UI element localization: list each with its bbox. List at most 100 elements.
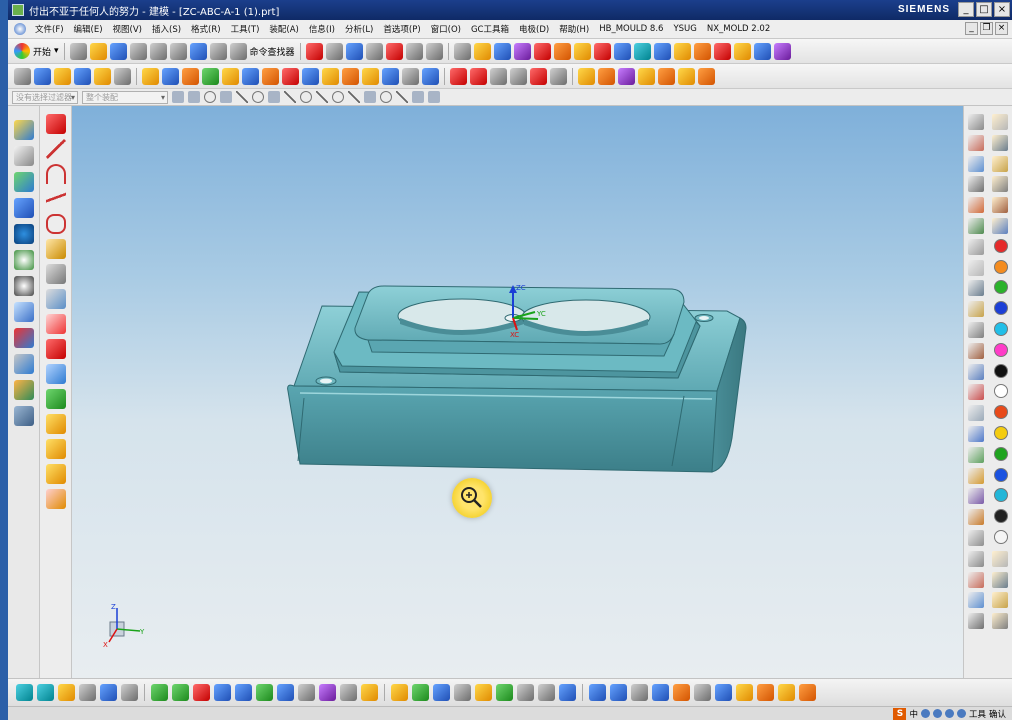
- section-icon[interactable]: [550, 67, 567, 85]
- menu-edit[interactable]: 编辑(E): [69, 23, 108, 35]
- mold-base-icon[interactable]: [698, 67, 715, 85]
- line-snap-icon[interactable]: [236, 91, 248, 103]
- revolve-icon[interactable]: [54, 67, 71, 85]
- palette-tool-icon[interactable]: [992, 134, 1008, 151]
- palette-tool-icon[interactable]: [968, 384, 984, 401]
- microphone-icon[interactable]: [932, 709, 942, 718]
- intersection-snap-icon[interactable]: [284, 91, 296, 103]
- color-swatch[interactable]: [994, 342, 1008, 357]
- menu-insert[interactable]: 插入(S): [147, 23, 186, 35]
- arrow-right-icon[interactable]: [172, 684, 189, 701]
- menu-analysis[interactable]: 分析(L): [340, 23, 378, 35]
- palette-tool-icon[interactable]: [968, 405, 984, 422]
- check-icon[interactable]: [753, 42, 771, 60]
- doc-close-button[interactable]: ×: [995, 22, 1008, 35]
- start-button[interactable]: 开始 ▾: [14, 43, 59, 59]
- surface-patch-icon[interactable]: [45, 364, 66, 384]
- menu-hb-mould[interactable]: HB_MOULD 8.6: [594, 24, 668, 34]
- color-swatch[interactable]: [994, 529, 1008, 544]
- extract-icon[interactable]: [631, 684, 648, 701]
- minimize-button[interactable]: _: [958, 2, 974, 17]
- patch-icon[interactable]: [652, 684, 669, 701]
- center-snap-icon[interactable]: [252, 91, 264, 103]
- parting-icon[interactable]: [598, 67, 615, 85]
- boss-icon[interactable]: [162, 67, 179, 85]
- menu-information[interactable]: 信息(I): [304, 23, 340, 35]
- show-hide-icon[interactable]: [100, 684, 117, 701]
- yellow-box-2-icon[interactable]: [45, 439, 66, 459]
- color-swatch[interactable]: [994, 363, 1008, 378]
- menu-tools[interactable]: 工具(T): [226, 23, 265, 35]
- history-icon[interactable]: [13, 250, 34, 270]
- midpoint-snap-icon[interactable]: [220, 91, 232, 103]
- settings-icon[interactable]: [956, 709, 966, 718]
- assembly-navigator-icon[interactable]: [13, 120, 34, 140]
- delete-face-icon[interactable]: [490, 67, 507, 85]
- split-icon[interactable]: [713, 42, 731, 60]
- fit-view-icon[interactable]: [305, 42, 323, 60]
- tray-tools-label[interactable]: 工具: [969, 708, 986, 720]
- replace-face-icon[interactable]: [470, 67, 487, 85]
- hole-icon[interactable]: [142, 67, 159, 85]
- save-icon[interactable]: [109, 42, 127, 60]
- capture-icon[interactable]: [559, 684, 576, 701]
- palette-tool-icon[interactable]: [968, 592, 984, 609]
- arc-icon[interactable]: [45, 164, 66, 184]
- yellow-box-icon[interactable]: [45, 414, 66, 434]
- translate-icon[interactable]: [412, 684, 429, 701]
- dock-down-icon[interactable]: [37, 684, 54, 701]
- polygon-icon[interactable]: [45, 214, 66, 234]
- color-swatch[interactable]: [994, 425, 1008, 440]
- surface-icon[interactable]: [653, 42, 671, 60]
- color-swatch[interactable]: [994, 280, 1008, 295]
- green-box-icon[interactable]: [45, 389, 66, 409]
- punctuation-icon[interactable]: [920, 709, 930, 718]
- export-icon[interactable]: [773, 42, 791, 60]
- spline-icon[interactable]: [45, 189, 66, 209]
- measure-icon[interactable]: [530, 67, 547, 85]
- palette-tool-icon[interactable]: [992, 613, 1008, 630]
- palette-tool-icon[interactable]: [992, 592, 1008, 609]
- surface-blue-icon[interactable]: [589, 684, 606, 701]
- menu-electrode[interactable]: 电极(D): [514, 23, 554, 35]
- edit-param-icon[interactable]: [214, 684, 231, 701]
- edge-blend-icon[interactable]: [282, 67, 299, 85]
- graphics-window[interactable]: ZC XC YC Z Y X: [72, 106, 963, 678]
- sketch-icon[interactable]: [14, 67, 31, 85]
- electrode-icon[interactable]: [673, 42, 691, 60]
- palette-tool-icon[interactable]: [968, 509, 984, 526]
- endpoint-snap-icon[interactable]: [204, 91, 216, 103]
- hatch-icon[interactable]: [517, 684, 534, 701]
- palette-tool-icon[interactable]: [968, 217, 984, 234]
- solid-cube-icon[interactable]: [193, 684, 210, 701]
- part-navigator-icon[interactable]: [13, 172, 34, 192]
- block-icon[interactable]: [593, 42, 611, 60]
- core-icon[interactable]: [633, 42, 651, 60]
- assembly-icon[interactable]: [453, 42, 471, 60]
- color-swatch[interactable]: [994, 446, 1008, 461]
- palette-tool-icon[interactable]: [968, 446, 984, 463]
- color-swatch[interactable]: [994, 259, 1008, 274]
- ime-mode[interactable]: 中: [909, 708, 918, 720]
- palette-tool-icon[interactable]: [968, 613, 984, 630]
- point-on-curve-icon[interactable]: [332, 91, 344, 103]
- color-swatch[interactable]: [994, 321, 1008, 336]
- edit-object-icon[interactable]: [361, 684, 378, 701]
- intersect-icon[interactable]: [262, 67, 279, 85]
- offset-curve-icon[interactable]: [45, 264, 66, 284]
- menu-help[interactable]: 帮助(H): [554, 23, 594, 35]
- color-swatch[interactable]: [994, 467, 1008, 482]
- type-filter-dropdown[interactable]: 没有选择过滤器: [12, 90, 78, 104]
- palette-tool-icon[interactable]: [968, 571, 984, 588]
- palette-tool-icon[interactable]: [968, 321, 984, 338]
- pad-icon[interactable]: [202, 67, 219, 85]
- quadrant-snap-icon[interactable]: [268, 91, 280, 103]
- circle-snap-icon[interactable]: [300, 91, 312, 103]
- unite-icon[interactable]: [222, 67, 239, 85]
- pocket-icon[interactable]: [182, 67, 199, 85]
- cylinder-icon[interactable]: [94, 67, 111, 85]
- offset-face-icon[interactable]: [362, 67, 379, 85]
- web-browser-icon[interactable]: [13, 224, 34, 244]
- palette-tool-icon[interactable]: [992, 197, 1008, 214]
- sphere-icon[interactable]: [114, 67, 131, 85]
